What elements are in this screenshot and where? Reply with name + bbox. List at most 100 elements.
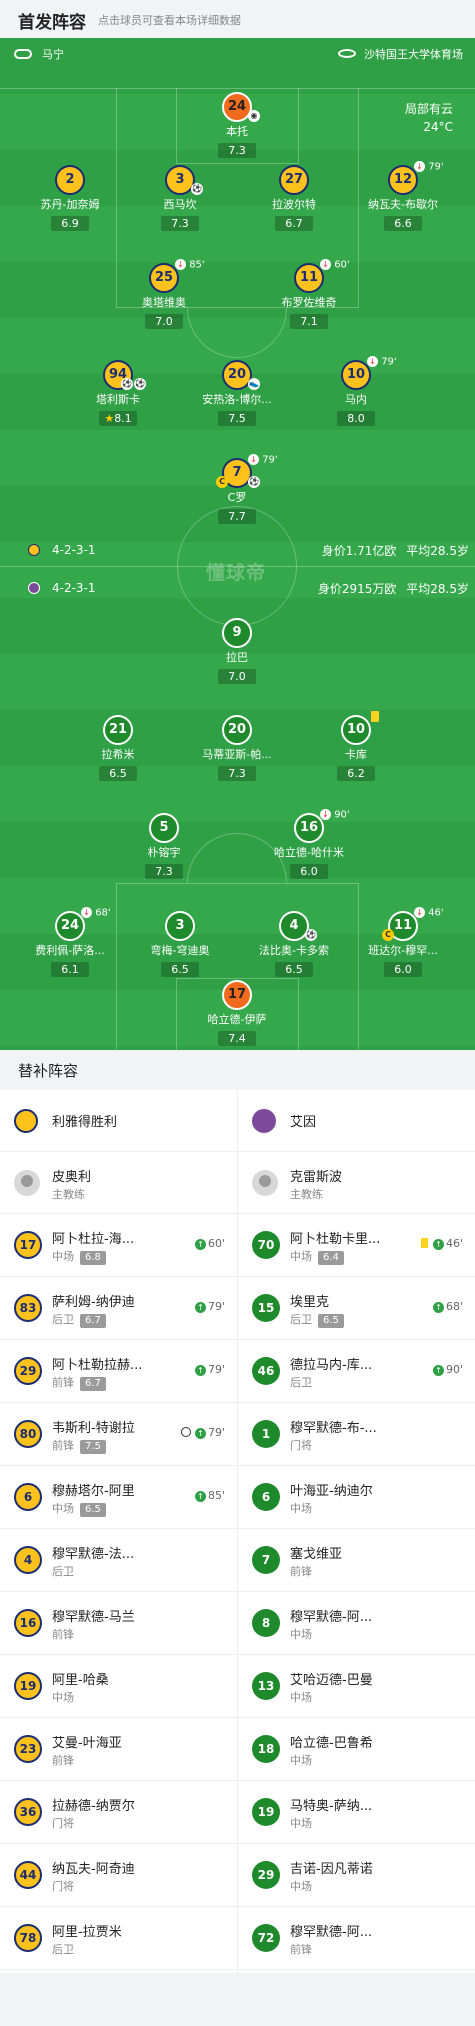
sub-player-row[interactable]: 19 阿里-哈桑 中场 — [0, 1655, 237, 1718]
player-position: 中场 — [52, 1689, 74, 1705]
home-coach-row[interactable]: 皮奥利 主教练 — [0, 1152, 237, 1214]
player-position: 中场 — [290, 1500, 312, 1516]
sub-minute: 79' — [381, 356, 397, 368]
home-player[interactable]: 7 C ⚽ ↓ 79' C罗 7.7 — [182, 454, 292, 524]
away-player[interactable]: 17 哈立德-伊萨 7.4 — [182, 980, 292, 1046]
position-text: 门将 — [52, 1880, 74, 1893]
sub-player-row[interactable]: 13 艾哈迈德-巴曼 中场 — [238, 1655, 475, 1718]
position-text: 中场 — [290, 1628, 312, 1641]
player-position: 门将 — [52, 1815, 74, 1831]
home-player[interactable]: 94 ⚽ ⚽ 塔利斯卡 ★8.1 — [63, 360, 173, 426]
sub-player-row[interactable]: 15 埃里克 后卫 6.5 ↑ 68' — [238, 1277, 475, 1340]
sub-minute: 46' — [445, 1237, 463, 1250]
sub-out-icon: ↓ — [248, 454, 259, 465]
stadium-name: 沙特国王大学体育场 — [364, 48, 463, 61]
home-age: 平均28.5岁 — [406, 544, 469, 558]
player-name: 奥塔维奥 — [142, 296, 186, 309]
sub-minute: 46' — [428, 907, 444, 919]
sub-player-row[interactable]: 29 吉诺-因凡蒂诺 中场 — [238, 1844, 475, 1907]
player-name: 艾哈迈德-巴曼 — [290, 1673, 373, 1688]
position-text: 前锋 — [290, 1565, 312, 1578]
player-name: 穆罕默德-法... — [52, 1547, 135, 1562]
sub-player-row[interactable]: 46 德拉马内-库... 后卫 ↑ 90' — [238, 1340, 475, 1403]
sub-player-row[interactable]: 23 艾曼-叶海亚 前锋 — [0, 1718, 237, 1781]
shirt-number: 1 — [252, 1420, 280, 1448]
away-market-value: 身价2915万欧 平均28.5岁 — [318, 580, 469, 597]
home-player[interactable]: 12 ↓ 79' 纳瓦夫-布歇尔 6.6 — [348, 161, 458, 231]
home-player[interactable]: 2 苏丹-加奈姆 6.9 — [15, 165, 125, 231]
whistle-icon — [14, 49, 32, 59]
sub-out-icon: ↓ — [320, 809, 331, 820]
sub-player-row[interactable]: 72 穆罕默德-阿... 前锋 — [238, 1907, 475, 1970]
sub-player-row[interactable]: 4 穆罕默德-法... 后卫 — [0, 1529, 237, 1592]
away-player[interactable]: 9 拉巴 7.0 — [182, 618, 292, 684]
page-subtitle: 点击球员可查看本场详细数据 — [98, 14, 241, 27]
goal-ball-icon: ⚽ — [121, 378, 133, 390]
away-player[interactable]: 11 C ↓ 46' 班达尔-穆罕... 6.0 — [348, 907, 458, 977]
player-position: 中场 6.4 — [290, 1248, 344, 1265]
page-bottom — [0, 1973, 475, 2026]
sub-player-row[interactable]: 70 阿卜杜勒卡里... 中场 6.4 ↑ 46' — [238, 1214, 475, 1277]
shirt-number: 80 — [14, 1420, 42, 1448]
home-player[interactable]: 3 ⚽ 西马坎 7.3 — [125, 165, 235, 231]
sub-player-row[interactable]: 17 阿卜杜拉-海... 中场 6.8 ↑ 60' — [0, 1214, 237, 1277]
sub-player-row[interactable]: 1 穆罕默德-布-... 门将 — [238, 1403, 475, 1466]
away-player[interactable]: 20 马蒂亚斯-帕... 7.3 — [182, 715, 292, 781]
position-text: 中场 — [52, 1502, 74, 1515]
goal-ball-icon: ⚽ — [134, 378, 146, 390]
home-player[interactable]: 11 ↓ 60' 布罗佐维奇 7.1 — [254, 259, 364, 329]
player-position: 前锋 — [52, 1752, 74, 1768]
away-team-row[interactable]: 艾因 — [238, 1090, 475, 1152]
sub-in-icon: ↑ — [194, 1365, 206, 1376]
shirt-number: 29 — [14, 1357, 42, 1385]
star-icon: ★ — [104, 412, 115, 425]
sub-player-row[interactable]: 7 塞戈维亚 前锋 — [238, 1529, 475, 1592]
sub-minute: 68' — [445, 1300, 463, 1313]
away-player[interactable]: 5 朴镕宇 7.3 — [109, 813, 219, 879]
sub-minute: 90' — [445, 1363, 463, 1376]
sub-player-row[interactable]: 29 阿卜杜勒拉赫... 前锋 6.7 ↑ 79' — [0, 1340, 237, 1403]
shirt-number: 36 — [14, 1798, 42, 1826]
home-player[interactable]: 25 ↓ 85' 奥塔维奥 7.0 — [109, 259, 219, 329]
home-market-value: 身价1.71亿欧 平均28.5岁 — [322, 542, 469, 559]
sub-player-row[interactable]: 83 萨利姆-纳伊迪 后卫 6.7 ↑ 79' — [0, 1277, 237, 1340]
shirt-number: 19 — [252, 1798, 280, 1826]
home-player[interactable]: 24 ◉ 本托 7.3 — [182, 92, 292, 158]
sub-player-row[interactable]: 6 叶海亚-纳迪尔 中场 — [238, 1466, 475, 1529]
sub-minute: 60' — [334, 259, 350, 271]
away-player[interactable]: 21 拉希米 6.5 — [63, 715, 173, 781]
home-team-row[interactable]: 利雅得胜利 — [0, 1090, 237, 1152]
player-rating: 6.2 — [337, 766, 375, 781]
away-player[interactable]: 4 ⚽ 法比奥-卡多索 6.5 — [239, 911, 349, 977]
sub-minute: 79' — [428, 161, 444, 173]
away-player[interactable]: 24 ↓ 68' 费利佩-萨洛... 6.1 — [15, 907, 125, 977]
player-rating: 6.4 — [318, 1251, 344, 1265]
sub-player-row[interactable]: 78 阿里-拉贾米 后卫 — [0, 1907, 237, 1970]
away-coach-row[interactable]: 克雷斯波 主教练 — [238, 1152, 475, 1214]
player-name: 穆赫塔尔-阿里 — [52, 1484, 135, 1499]
player-name: 班达尔-穆罕... — [368, 944, 438, 957]
shirt-number: 44 — [14, 1861, 42, 1889]
sub-player-row[interactable]: 36 拉赫德-纳贾尔 门将 — [0, 1781, 237, 1844]
stadium-icon — [338, 49, 356, 58]
home-player[interactable]: 27 拉波尔特 6.7 — [239, 165, 349, 231]
home-team-logo-icon — [14, 1109, 38, 1133]
sub-event: ↓ 79' — [248, 454, 278, 467]
away-player[interactable]: 16 ↓ 90' 哈立德-哈什米 6.0 — [254, 809, 364, 879]
away-team-logo-icon — [28, 582, 40, 594]
sub-in-event: ↑ 79' — [194, 1363, 225, 1376]
home-player[interactable]: 20 👟 安热洛-博尔... 7.5 — [182, 360, 292, 426]
sub-player-row[interactable]: 18 哈立德-巴鲁希 中场 — [238, 1718, 475, 1781]
sub-player-row[interactable]: 19 马特奥-萨纳... 中场 — [238, 1781, 475, 1844]
sub-player-row[interactable]: 16 穆罕默德-马兰 前锋 — [0, 1592, 237, 1655]
home-formation: 4-2-3-1 — [28, 543, 96, 557]
away-player[interactable]: 3 弯梅-穹迪奥 6.5 — [125, 911, 235, 977]
sub-player-row[interactable]: 80 韦斯利-特谢拉 前锋 7.5 ↑ 79' — [0, 1403, 237, 1466]
away-player[interactable]: 10 卡库 6.2 — [301, 711, 411, 781]
shirt-number: 19 — [14, 1672, 42, 1700]
home-player[interactable]: 10 ↓ 79' 马内 8.0 — [301, 356, 411, 426]
sub-player-row[interactable]: 44 纳瓦夫-阿奇迪 门将 — [0, 1844, 237, 1907]
sub-player-row[interactable]: 6 穆赫塔尔-阿里 中场 6.5 ↑ 85' — [0, 1466, 237, 1529]
sub-minute: 79' — [207, 1426, 225, 1439]
sub-player-row[interactable]: 8 穆罕默德-阿... 中场 — [238, 1592, 475, 1655]
